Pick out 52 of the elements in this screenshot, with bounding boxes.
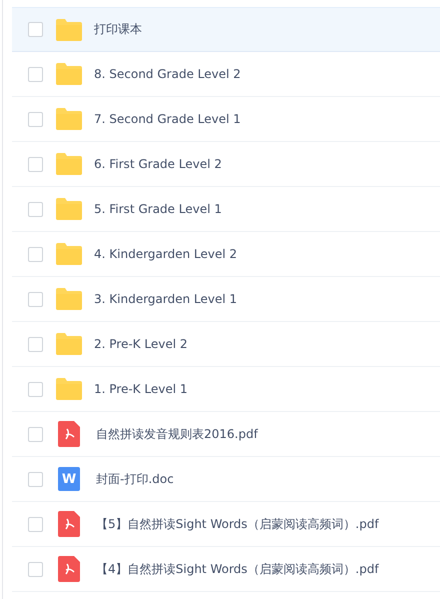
- file-name[interactable]: 打印课本: [94, 21, 142, 38]
- file-name[interactable]: 4. Kindergarden Level 2: [94, 247, 238, 261]
- checkbox[interactable]: [28, 562, 43, 576]
- file-name[interactable]: 3. Kindergarden Level 1: [94, 292, 238, 306]
- checkbox[interactable]: [28, 516, 43, 532]
- checkbox[interactable]: [28, 472, 43, 486]
- file-name[interactable]: 8. Second Grade Level 2: [94, 67, 241, 81]
- checkbox[interactable]: [28, 22, 43, 37]
- file-row[interactable]: 【5】自然拼读Sight Words（启蒙阅读高频词）.pdf: [12, 502, 440, 547]
- checkbox[interactable]: [28, 66, 43, 82]
- folder-icon: [56, 18, 82, 40]
- folder-icon: [56, 108, 82, 130]
- word-file-icon: W: [58, 467, 80, 491]
- file-row[interactable]: 1. Pre-K Level 1: [12, 367, 440, 412]
- file-row[interactable]: W 封面-打印.doc: [12, 457, 440, 502]
- file-row[interactable]: 5. First Grade Level 1: [12, 187, 440, 232]
- checkbox[interactable]: [28, 112, 43, 126]
- file-name[interactable]: 6. First Grade Level 2: [94, 157, 222, 171]
- checkbox[interactable]: [28, 246, 43, 262]
- file-row[interactable]: 4. Kindergarden Level 2: [12, 232, 440, 277]
- file-row[interactable]: 打印课本: [12, 7, 440, 52]
- pdf-file-icon: [58, 556, 80, 582]
- file-name[interactable]: 【4】自然拼读Sight Words（启蒙阅读高频词）.pdf: [96, 560, 379, 578]
- checkbox[interactable]: [28, 382, 43, 396]
- file-name[interactable]: 1. Pre-K Level 1: [94, 382, 188, 396]
- checkbox[interactable]: [28, 156, 43, 172]
- file-name[interactable]: 封面-打印.doc: [96, 470, 174, 488]
- file-row[interactable]: 6. First Grade Level 2: [12, 142, 440, 187]
- file-name[interactable]: 【5】自然拼读Sight Words（启蒙阅读高频词）.pdf: [96, 516, 379, 532]
- file-row[interactable]: 【4】自然拼读Sight Words（启蒙阅读高频词）.pdf: [12, 547, 440, 592]
- folder-icon: [56, 378, 82, 400]
- checkbox[interactable]: [28, 426, 43, 442]
- checkbox[interactable]: [28, 336, 43, 352]
- file-name[interactable]: 5. First Grade Level 1: [94, 202, 222, 216]
- folder-icon: [56, 63, 82, 85]
- pdf-file-icon: [58, 421, 80, 447]
- folder-icon: [56, 198, 82, 220]
- folder-icon: [56, 153, 82, 175]
- folder-icon: [56, 288, 82, 310]
- checkbox[interactable]: [28, 202, 43, 216]
- file-row[interactable]: 自然拼读发音规则表2016.pdf: [12, 412, 440, 457]
- file-name[interactable]: 7. Second Grade Level 1: [94, 112, 241, 126]
- file-name[interactable]: 2. Pre-K Level 2: [94, 337, 188, 351]
- pdf-file-icon: [58, 511, 80, 537]
- file-name[interactable]: 自然拼读发音规则表2016.pdf: [96, 426, 258, 442]
- folder-icon: [56, 243, 82, 265]
- folder-icon: [56, 333, 82, 355]
- file-row[interactable]: 3. Kindergarden Level 1: [12, 277, 440, 322]
- file-row[interactable]: 8. Second Grade Level 2: [12, 52, 440, 97]
- checkbox[interactable]: [28, 292, 43, 306]
- file-row[interactable]: 2. Pre-K Level 2: [12, 322, 440, 367]
- file-row[interactable]: 7. Second Grade Level 1: [12, 97, 440, 142]
